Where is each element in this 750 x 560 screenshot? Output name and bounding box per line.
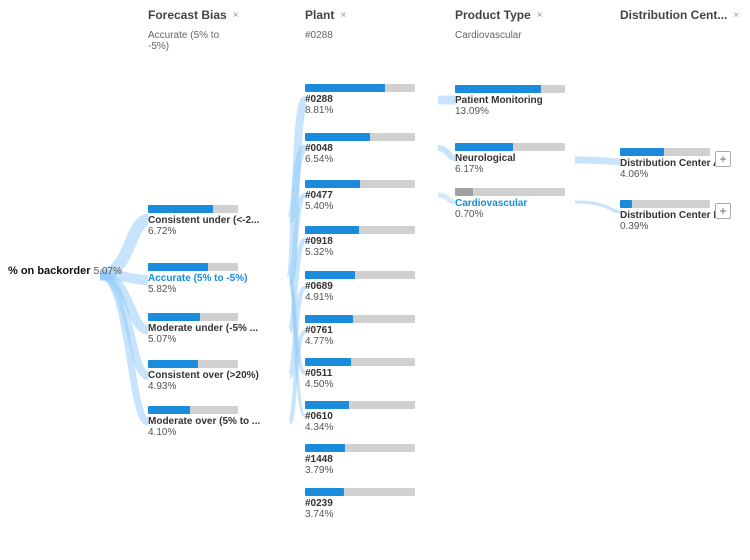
plant-0048-value: 6.54% — [305, 154, 415, 165]
plant-0239-label: #0239 — [305, 498, 415, 509]
dc-node-0-label: Distribution Center A — [620, 158, 720, 169]
forecast-bias-close[interactable]: × — [233, 10, 239, 21]
plant-header: Plant × #0288 — [305, 8, 346, 22]
pt-node-1-label: Neurological — [455, 153, 565, 164]
plant-close[interactable]: × — [340, 10, 346, 21]
root-node-label: % on backorder — [8, 265, 91, 277]
pt-node-2-label: Cardiovascular — [455, 198, 565, 209]
pt-node-2-value: 0.70% — [455, 209, 565, 220]
pt-node-0-label: Patient Monitoring — [455, 95, 565, 106]
plant-node-0511[interactable]: #0511 4.50% — [305, 358, 415, 390]
plant-0239-value: 3.74% — [305, 509, 415, 520]
dist-center-a-expand[interactable]: + — [715, 151, 731, 167]
plant-0288-value: 8.81% — [305, 105, 415, 116]
dc-node-0-value: 4.06% — [620, 169, 720, 180]
sankey-chart: Forecast Bias × Accurate (5% to -5%) Pla… — [0, 0, 750, 560]
fb-node-0-value: 6.72% — [148, 226, 259, 237]
dc-node-1-label: Distribution Center D — [620, 210, 721, 221]
fb-node-1-label: Accurate (5% to -5%) — [148, 273, 247, 284]
plant-0477-value: 5.40% — [305, 201, 415, 212]
plant-0918-value: 5.32% — [305, 247, 415, 258]
plant-node-0048[interactable]: #0048 6.54% — [305, 133, 415, 165]
product-type-close[interactable]: × — [537, 10, 543, 21]
plant-0689-value: 4.91% — [305, 292, 415, 303]
forecast-bias-node-1[interactable]: Accurate (5% to -5%) 5.82% — [148, 263, 247, 295]
plant-node-0239[interactable]: #0239 3.74% — [305, 488, 415, 520]
dist-center-node-0[interactable]: Distribution Center A 4.06% — [620, 148, 720, 180]
fb-node-2-value: 5.07% — [148, 334, 258, 345]
product-type-node-1[interactable]: Neurological 6.17% — [455, 143, 565, 175]
pt-node-1-value: 6.17% — [455, 164, 565, 175]
product-type-header: Product Type × Cardiovascular — [455, 8, 543, 22]
plant-0918-label: #0918 — [305, 236, 415, 247]
fb-node-4-label: Moderate over (5% to ... — [148, 416, 260, 427]
fb-node-3-label: Consistent over (>20%) — [148, 370, 259, 381]
pt-node-0-value: 13.09% — [455, 106, 565, 117]
dc-node-1-value: 0.39% — [620, 221, 721, 232]
plant-node-0918[interactable]: #0918 5.32% — [305, 226, 415, 258]
product-type-node-2[interactable]: Cardiovascular 0.70% — [455, 188, 565, 220]
fb-node-1-value: 5.82% — [148, 284, 247, 295]
plant-node-0610[interactable]: #0610 4.34% — [305, 401, 415, 433]
plant-1448-label: #1448 — [305, 454, 415, 465]
root-node[interactable]: % on backorder 5.07% — [8, 265, 122, 277]
dist-center-close[interactable]: × — [733, 10, 739, 21]
forecast-bias-node-3[interactable]: Consistent over (>20%) 4.93% — [148, 360, 259, 392]
forecast-bias-node-0[interactable]: Consistent under (<-2... 6.72% — [148, 205, 259, 237]
product-type-node-0[interactable]: Patient Monitoring 13.09% — [455, 85, 565, 117]
forecast-bias-subtitle: Accurate (5% to -5%) — [148, 30, 239, 52]
plant-1448-value: 3.79% — [305, 465, 415, 476]
plant-node-0689[interactable]: #0689 4.91% — [305, 271, 415, 303]
plant-0477-label: #0477 — [305, 190, 415, 201]
plant-node-1448[interactable]: #1448 3.79% — [305, 444, 415, 476]
product-type-subtitle: Cardiovascular — [455, 30, 522, 41]
plant-0610-value: 4.34% — [305, 422, 415, 433]
plant-0761-label: #0761 — [305, 325, 415, 336]
fb-node-3-value: 4.93% — [148, 381, 259, 392]
forecast-bias-title: Forecast Bias — [148, 8, 227, 22]
plant-0511-value: 4.50% — [305, 379, 415, 390]
root-node-value: 5.07% — [94, 266, 122, 277]
plant-node-0288[interactable]: #0288 8.81% — [305, 84, 415, 116]
plant-title: Plant — [305, 8, 334, 22]
plant-node-0761[interactable]: #0761 4.77% — [305, 315, 415, 347]
plant-subtitle: #0288 — [305, 30, 333, 41]
plant-0689-label: #0689 — [305, 281, 415, 292]
fb-node-2-label: Moderate under (-5% ... — [148, 323, 258, 334]
plant-node-0477[interactable]: #0477 5.40% — [305, 180, 415, 212]
dist-center-header: Distribution Cent... × — [620, 8, 739, 22]
plant-0761-value: 4.77% — [305, 336, 415, 347]
plant-0048-label: #0048 — [305, 143, 415, 154]
fb-node-0-label: Consistent under (<-2... — [148, 215, 259, 226]
forecast-bias-node-4[interactable]: Moderate over (5% to ... 4.10% — [148, 406, 260, 438]
forecast-bias-header: Forecast Bias × Accurate (5% to -5%) — [148, 8, 239, 22]
dist-center-d-expand[interactable]: + — [715, 203, 731, 219]
plant-0288-label: #0288 — [305, 94, 415, 105]
dist-center-title: Distribution Cent... — [620, 8, 727, 22]
product-type-title: Product Type — [455, 8, 531, 22]
dist-center-node-1[interactable]: Distribution Center D 0.39% — [620, 200, 721, 232]
fb-node-4-value: 4.10% — [148, 427, 260, 438]
forecast-bias-node-2[interactable]: Moderate under (-5% ... 5.07% — [148, 313, 258, 345]
plant-0610-label: #0610 — [305, 411, 415, 422]
plant-0511-label: #0511 — [305, 368, 415, 379]
